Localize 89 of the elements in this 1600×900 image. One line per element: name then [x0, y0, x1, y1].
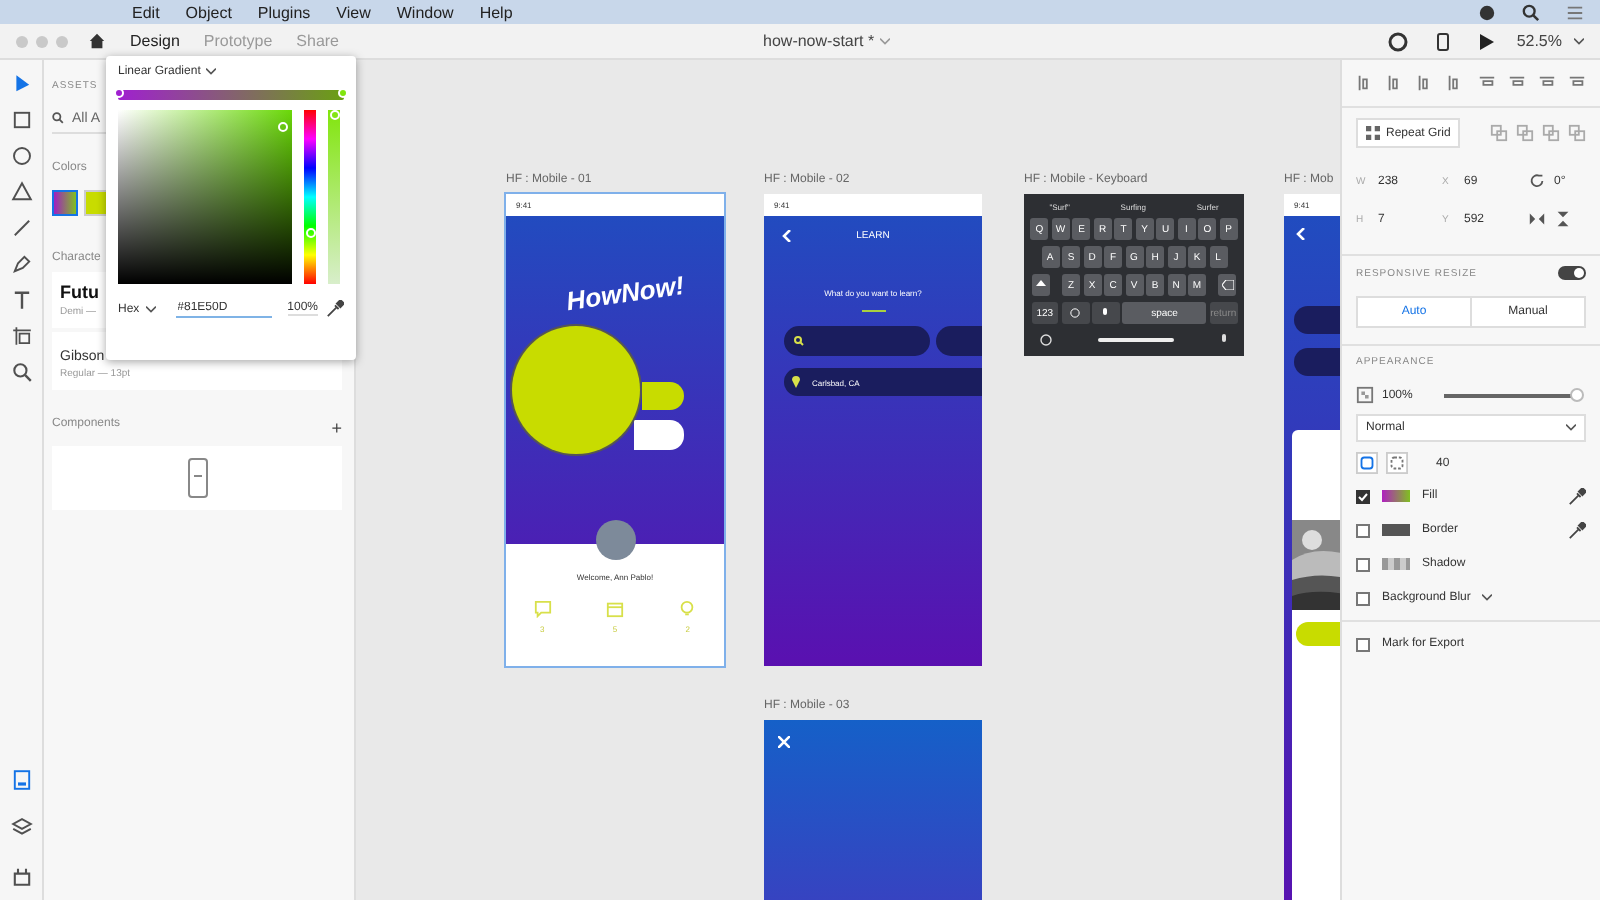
checkbox[interactable] — [1356, 591, 1370, 605]
menu-item[interactable]: Window — [396, 3, 454, 21]
search-icon — [794, 336, 804, 346]
checkbox[interactable] — [1356, 523, 1370, 537]
search-field[interactable] — [784, 326, 930, 356]
shift-key[interactable] — [1032, 274, 1050, 296]
phone-icon — [187, 458, 207, 498]
caret-icon — [145, 305, 156, 313]
menu-icon[interactable] — [1566, 3, 1584, 21]
align-icon[interactable] — [1356, 74, 1374, 92]
delete-key[interactable] — [1218, 274, 1236, 296]
plugins-icon[interactable] — [9, 864, 33, 888]
border-swatch[interactable] — [1382, 524, 1410, 536]
checkbox[interactable] — [1356, 557, 1370, 571]
artboard-tool-icon[interactable] — [9, 324, 33, 348]
back-icon[interactable] — [782, 230, 792, 242]
caret-icon[interactable] — [1574, 37, 1584, 45]
calendar-icon — [605, 600, 624, 618]
user-icon[interactable] — [1388, 31, 1409, 51]
color-field[interactable] — [118, 110, 292, 284]
checkbox[interactable] — [1356, 489, 1370, 503]
menu-item[interactable]: Help — [479, 3, 513, 21]
button-shape — [634, 420, 684, 450]
alpha-slider[interactable] — [328, 110, 340, 284]
phone-icon[interactable] — [1432, 31, 1453, 51]
align-icon[interactable] — [1507, 74, 1526, 92]
pen-tool-icon[interactable] — [9, 252, 33, 276]
layers-icon[interactable] — [9, 816, 33, 840]
align-icon[interactable] — [1537, 74, 1556, 92]
align-icon[interactable] — [1477, 74, 1496, 92]
menu-item[interactable]: Object — [185, 3, 232, 21]
zoom-level[interactable]: 52.5% — [1516, 32, 1562, 50]
color-swatch[interactable] — [52, 190, 78, 216]
logo: HowNow! — [564, 269, 686, 317]
toggle-switch[interactable] — [1558, 266, 1586, 280]
eyedropper-icon[interactable] — [1568, 487, 1586, 505]
opacity-icon — [1356, 386, 1374, 404]
add-button[interactable]: + — [331, 418, 342, 438]
underline — [862, 310, 886, 312]
globe-icon — [1070, 308, 1081, 318]
mic-key[interactable] — [1092, 302, 1120, 324]
back-icon[interactable] — [1296, 228, 1306, 240]
mic-icon[interactable] — [1220, 334, 1228, 346]
flip-horizontal-icon[interactable] — [1528, 210, 1546, 228]
mic-icon — [1102, 308, 1109, 318]
triangle-tool-icon[interactable] — [9, 180, 33, 204]
corner-radius-icon[interactable] — [1356, 452, 1378, 474]
gradient-bar[interactable] — [118, 90, 344, 100]
chat-icon — [533, 600, 552, 618]
align-icon[interactable] — [1567, 74, 1586, 92]
mode-tab[interactable]: Design — [130, 32, 180, 50]
circle-shape — [512, 326, 640, 454]
search-icon[interactable] — [1522, 3, 1540, 21]
delete-icon — [1221, 280, 1233, 290]
play-icon[interactable] — [1476, 31, 1497, 51]
flip-vertical-icon[interactable] — [1554, 210, 1572, 228]
grid-icon — [1366, 126, 1380, 140]
shift-icon — [1036, 280, 1046, 290]
menu-item[interactable]: Edit — [132, 3, 160, 21]
shadow-swatch[interactable] — [1382, 558, 1410, 570]
ellipse-tool-icon[interactable] — [9, 144, 33, 168]
per-corner-icon[interactable] — [1386, 452, 1408, 474]
globe-key[interactable] — [1061, 302, 1089, 324]
zoom-tool-icon[interactable] — [9, 360, 33, 384]
rectangle-tool-icon[interactable] — [9, 108, 33, 132]
search-icon — [52, 112, 64, 124]
avatar — [596, 520, 636, 560]
close-icon[interactable] — [778, 736, 790, 748]
document-title[interactable]: how-now-start * — [763, 32, 875, 50]
fill-swatch[interactable] — [1382, 490, 1410, 502]
text-tool-icon[interactable] — [9, 288, 33, 312]
rotate-icon — [1528, 172, 1546, 190]
button-shape — [642, 382, 684, 410]
bulb-icon — [678, 600, 697, 618]
caret-icon[interactable] — [1482, 594, 1493, 602]
assets-icon[interactable] — [9, 768, 33, 792]
caret-icon — [206, 68, 217, 76]
checkbox[interactable] — [1356, 637, 1370, 651]
menu-item[interactable]: View — [336, 3, 371, 21]
line-tool-icon[interactable] — [9, 216, 33, 240]
eyedropper-icon[interactable] — [326, 300, 344, 318]
hue-slider[interactable] — [304, 110, 316, 284]
menu-item[interactable]: Plugins — [257, 3, 311, 21]
home-icon[interactable] — [88, 32, 106, 50]
home-indicator — [1098, 338, 1174, 342]
caret-icon — [1566, 424, 1576, 432]
eyedropper-icon[interactable] — [1568, 521, 1586, 539]
pin-icon — [792, 376, 800, 388]
emoji-icon[interactable] — [1040, 334, 1052, 346]
